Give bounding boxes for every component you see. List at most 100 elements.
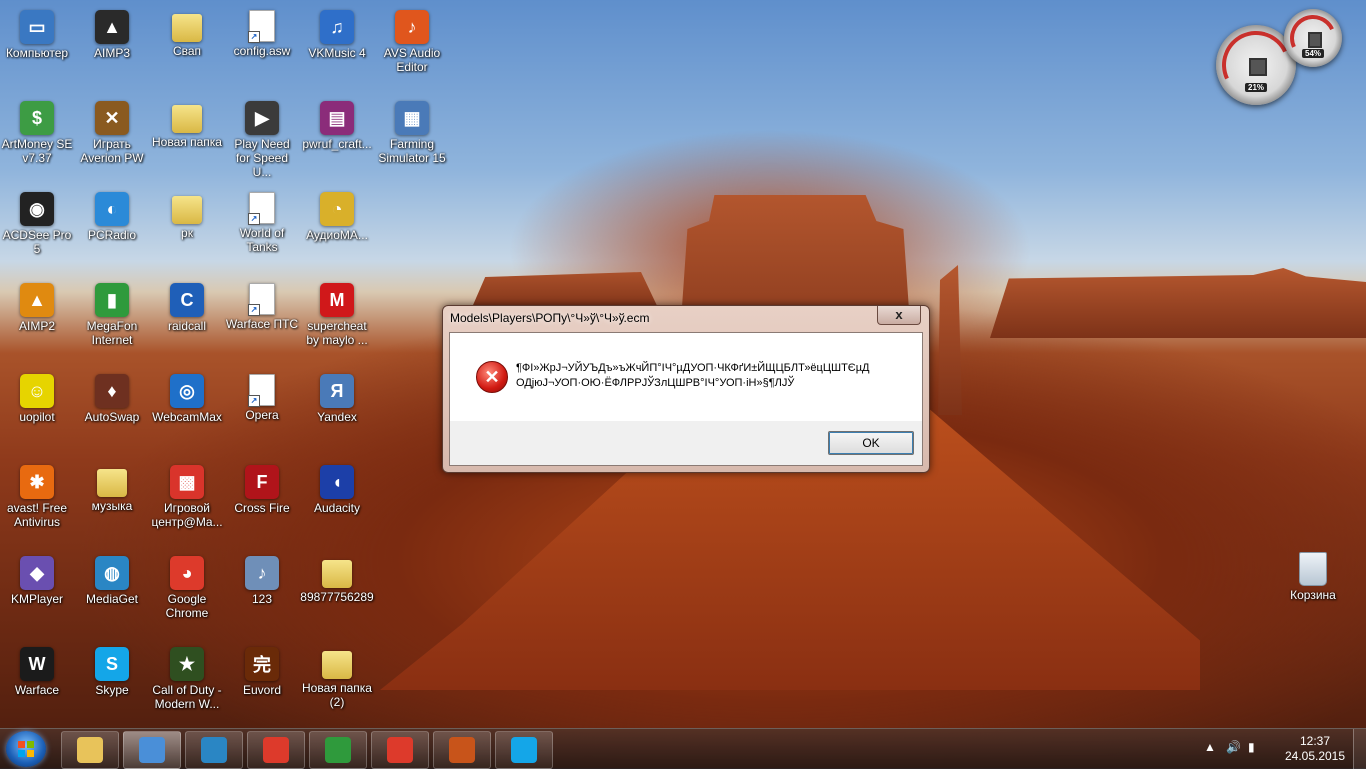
desktop-icon[interactable]: ☺ uopilot — [0, 368, 74, 424]
recycle-bin[interactable]: Корзина — [1280, 552, 1346, 602]
folder-icon — [172, 196, 202, 224]
dialog-title: Models\Players\РОПу\°Ч»ў\°Ч»ў.ecm — [450, 311, 650, 325]
memory-meter-gadget[interactable]: 54% — [1283, 8, 1343, 68]
desktop-icon[interactable]: ▩ Игровой центр@Ma... — [150, 459, 224, 529]
desktop-icon[interactable]: ▤ pwruf_craft... — [300, 95, 374, 151]
desktop-icon[interactable]: Craidcall — [150, 277, 224, 333]
desktop-icon-label: Компьютер — [5, 46, 69, 60]
app-icon: Я — [320, 374, 354, 408]
start-button[interactable] — [6, 731, 46, 767]
desktop-icon[interactable]: ◍ MediaGet — [75, 550, 149, 606]
desktop-icon[interactable]: ♪ AVS Audio Editor — [375, 4, 449, 74]
memory-percent: 54% — [1301, 49, 1325, 58]
rock-mesa-far-right — [990, 268, 1366, 338]
show-desktop-button[interactable] — [1353, 729, 1366, 769]
desktop-icon[interactable]: F Cross Fire — [225, 459, 299, 515]
desktop-icon[interactable]: музыка — [75, 459, 149, 513]
desktop-icon[interactable]: ▮ MegaFon Internet — [75, 277, 149, 347]
desktop-icon-label: MegaFon Internet — [86, 319, 138, 347]
desktop-icon[interactable]: ◖ Audacity — [300, 459, 374, 515]
dialog-message: ¶ФI»ЖрЈ¬УЙУЪДъ»ъЖчЙП°IЧ°µДУОП·ЧКФґИ±ЙЩЦБ… — [516, 362, 870, 389]
desktop-icon[interactable]: ✱ avast! Free Antivirus — [0, 459, 74, 529]
cpu-percent: 21% — [1244, 83, 1268, 92]
desktop-icon-label: Новая папка — [152, 135, 222, 149]
clock[interactable]: 12:37 24.05.2015 — [1284, 734, 1346, 764]
desktop-icon-label: рк — [181, 226, 193, 240]
desktop-icon[interactable]: Новая папка (2) — [300, 641, 374, 709]
taskbar-button-mediaget[interactable] — [185, 731, 243, 769]
app-icon: ◕ — [170, 556, 204, 590]
app-icon: ▩ — [170, 465, 204, 499]
desktop-icon[interactable]: ↗ Warface ПТС — [225, 277, 299, 331]
desktop-icon-label: AutoSwap — [84, 410, 140, 424]
desktop-icon[interactable]: ★ Call of Duty - Modern W... — [150, 641, 224, 711]
desktop-icon[interactable]: ◉ ACDSee Pro 5 — [0, 186, 74, 256]
desktop-icon-label: WebcamMax — [152, 410, 222, 424]
desktop-icon[interactable]: 89877756289 — [300, 550, 374, 604]
desktop-icon[interactable]: ✕ Играть Averion PW — [75, 95, 149, 165]
desktop-icon[interactable]: ▶ Play Need for Speed U... — [225, 95, 299, 179]
desktop-icon[interactable]: ▦ Farming Simulator 15 — [375, 95, 449, 165]
desktop-icon[interactable]: W Warface — [0, 641, 74, 697]
taskbar-button-chrome[interactable] — [247, 731, 305, 769]
desktop-icon-label: Свап — [172, 44, 202, 58]
windows-logo-icon — [18, 741, 34, 757]
desktop-icon[interactable]: $ ArtMoney SE v7.37 — [0, 95, 74, 165]
desktop-icon[interactable]: ↗ config.asw — [225, 4, 299, 58]
volume-icon[interactable]: 🔊 — [1226, 740, 1241, 754]
desktop-icon[interactable]: ◐ PCRadio — [75, 186, 149, 242]
desktop-icon-label: Play Need for Speed U... — [234, 137, 290, 179]
mediaget-icon — [201, 737, 227, 763]
taskbar-button-media-player[interactable] — [123, 731, 181, 769]
desktop-icon[interactable]: Свап — [150, 4, 224, 58]
network-icon[interactable]: ▮ — [1248, 740, 1255, 754]
desktop-icon-label: Yandex — [317, 410, 357, 424]
app-icon: ◖ — [320, 465, 354, 499]
app-icon: ▮ — [95, 283, 129, 317]
desktop-icon-label: АудиоМА... — [306, 228, 368, 242]
dialog-close-button[interactable]: x — [877, 306, 921, 325]
dialog-footer: OK — [449, 421, 923, 466]
tray-arrow-icon[interactable]: ▲ — [1204, 740, 1216, 754]
desktop-icon-label: Cross Fire — [234, 501, 290, 515]
media-player-icon — [139, 737, 165, 763]
desktop-icon[interactable]: ↗ Opera — [225, 368, 299, 422]
desktop-icon-label: Warface ПТС — [225, 317, 299, 331]
desktop-icon[interactable]: ♫ VKMusic 4 — [300, 4, 374, 60]
desktop-icon[interactable]: ▲ AIMP2 — [0, 277, 74, 333]
desktop-icon-label: ArtMoney SE v7.37 — [1, 137, 73, 165]
desktop-icon-label: VKMusic 4 — [308, 46, 366, 60]
desktop-icon[interactable]: ◔ АудиоМА... — [300, 186, 374, 242]
desktop-icon-label: config.asw — [233, 44, 291, 58]
ok-button[interactable]: OK — [828, 431, 914, 455]
desktop-icon-label: AVS Audio Editor — [383, 46, 441, 74]
taskbar-button-chrome-2[interactable] — [371, 731, 429, 769]
desktop-icon[interactable]: ▭ Компьютер — [0, 4, 74, 60]
recycle-bin-label: Корзина — [1290, 588, 1336, 602]
desktop-icon[interactable]: рк — [150, 186, 224, 240]
desktop-icon[interactable]: S Skype — [75, 641, 149, 697]
desktop-icon[interactable]: ▲ AIMP3 — [75, 4, 149, 60]
desktop-icon-label: raidcall — [167, 319, 206, 333]
app-icon: ▤ — [320, 101, 354, 135]
desktop-icon[interactable]: ◆ KMPlayer — [0, 550, 74, 606]
desktop-icon[interactable]: Я Yandex — [300, 368, 374, 424]
desktop-icon-label: Играть Averion PW — [80, 137, 144, 165]
desktop-icon[interactable]: ♦ AutoSwap — [75, 368, 149, 424]
desktop-icon[interactable]: ◕ Google Chrome — [150, 550, 224, 620]
desktop-icon[interactable]: ♪ 123 — [225, 550, 299, 606]
desktop-icon[interactable]: Msupercheat by maylo ... — [300, 277, 374, 347]
desktop-icon[interactable]: ◎ WebcamMax — [150, 368, 224, 424]
taskbar-button-skype[interactable] — [495, 731, 553, 769]
desktop-icon[interactable]: 完 Euvord — [225, 641, 299, 697]
error-dialog: Models\Players\РОПу\°Ч»ў\°Ч»ў.ecm x ✕ ¶Ф… — [442, 305, 930, 473]
desktop-icon-label: Farming Simulator 15 — [378, 137, 446, 165]
app-icon: ★ — [170, 647, 204, 681]
app-icon: ▶ — [245, 101, 279, 135]
taskbar-button-explorer[interactable] — [61, 731, 119, 769]
taskbar-button-megafon[interactable] — [309, 731, 367, 769]
desktop-icon[interactable]: Новая папка — [150, 95, 224, 149]
desktop-icon-label: avast! Free Antivirus — [6, 501, 68, 529]
desktop-icon[interactable]: ↗ World of Tanks — [225, 186, 299, 254]
taskbar-button-euvord[interactable] — [433, 731, 491, 769]
